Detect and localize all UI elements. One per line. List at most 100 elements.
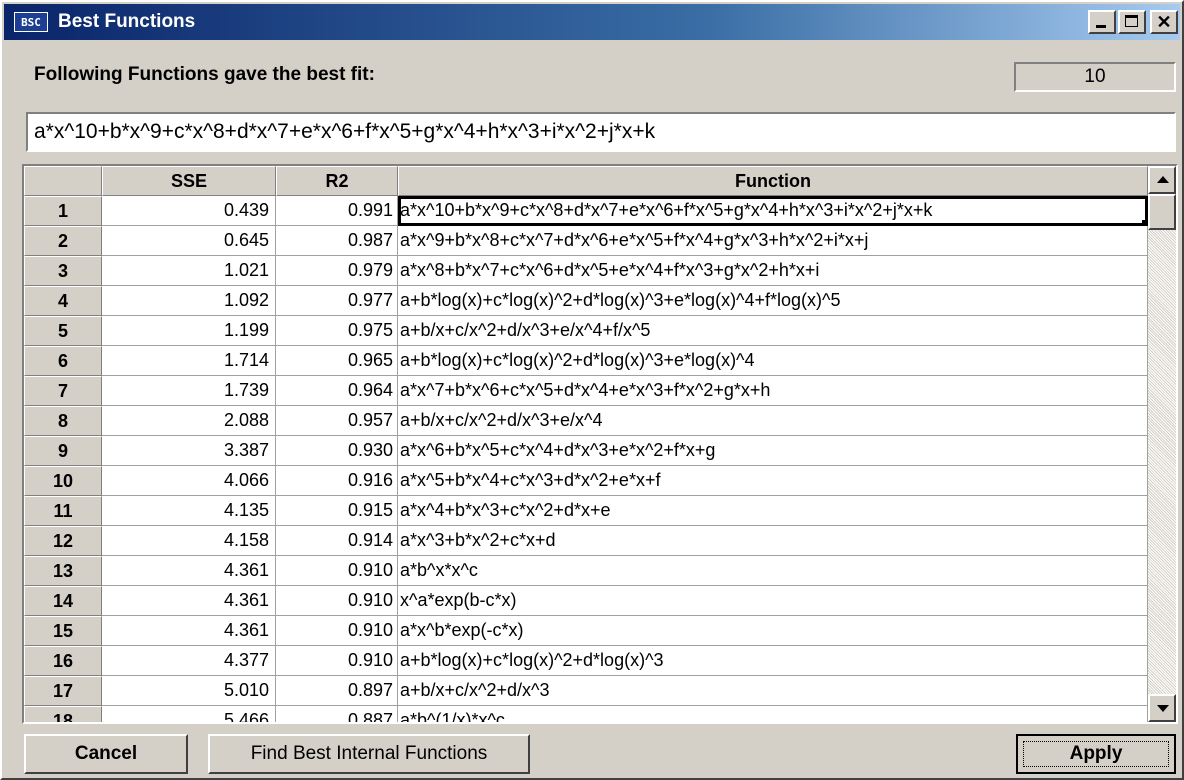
sse-cell[interactable]: 0.439 [102, 196, 276, 226]
arrow-up-icon [1157, 176, 1169, 183]
function-cell[interactable]: a+b*log(x)+c*log(x)^2+d*log(x)^3+e*log(x… [398, 286, 1148, 316]
sse-cell[interactable]: 4.361 [102, 616, 276, 646]
window-title: Best Functions [58, 11, 196, 32]
sse-cell[interactable]: 5.466 [102, 706, 276, 722]
function-cell[interactable]: a*x^7+b*x^6+c*x^5+d*x^4+e*x^3+f*x^2+g*x+… [398, 376, 1148, 406]
r2-cell[interactable]: 0.916 [276, 466, 398, 496]
sse-cell[interactable]: 1.021 [102, 256, 276, 286]
r2-cell[interactable]: 0.979 [276, 256, 398, 286]
function-cell[interactable]: a*x^3+b*x^2+c*x+d [398, 526, 1148, 556]
sse-cell[interactable]: 4.135 [102, 496, 276, 526]
function-cell[interactable]: a*x^9+b*x^8+c*x^7+d*x^6+e*x^5+f*x^4+g*x^… [398, 226, 1148, 256]
sse-cell[interactable]: 1.739 [102, 376, 276, 406]
best-functions-window: BSC Best Functions ✕ Following Functions… [0, 0, 1184, 780]
row-index-cell[interactable]: 11 [24, 496, 102, 526]
sse-cell[interactable]: 4.066 [102, 466, 276, 496]
row-index-cell[interactable]: 2 [24, 226, 102, 256]
sse-cell[interactable]: 1.714 [102, 346, 276, 376]
sse-cell[interactable]: 1.199 [102, 316, 276, 346]
header-r2[interactable]: R2 [276, 166, 398, 196]
function-cell[interactable]: a*x^6+b*x^5+c*x^4+d*x^3+e*x^2+f*x+g [398, 436, 1148, 466]
row-index-cell[interactable]: 1 [24, 196, 102, 226]
sse-cell[interactable]: 3.387 [102, 436, 276, 466]
sse-cell[interactable]: 4.377 [102, 646, 276, 676]
close-button[interactable]: ✕ [1150, 10, 1178, 34]
function-cell[interactable]: a*x^10+b*x^9+c*x^8+d*x^7+e*x^6+f*x^5+g*x… [398, 196, 1148, 226]
r2-cell[interactable]: 0.914 [276, 526, 398, 556]
row-index-cell[interactable]: 16 [24, 646, 102, 676]
sse-cell[interactable]: 0.645 [102, 226, 276, 256]
function-cell[interactable]: a*b^(1/x)*x^c [398, 706, 1148, 722]
row-index-cell[interactable]: 14 [24, 586, 102, 616]
header-index [24, 166, 102, 196]
row-index-cell[interactable]: 9 [24, 436, 102, 466]
sse-cell[interactable]: 1.092 [102, 286, 276, 316]
scroll-thumb[interactable] [1148, 194, 1176, 230]
row-index-cell[interactable]: 5 [24, 316, 102, 346]
header-sse[interactable]: SSE [102, 166, 276, 196]
r2-cell[interactable]: 0.964 [276, 376, 398, 406]
title-bar[interactable]: BSC Best Functions ✕ [4, 4, 1180, 40]
function-cell[interactable]: x^a*exp(b-c*x) [398, 586, 1148, 616]
r2-cell[interactable]: 0.987 [276, 226, 398, 256]
r2-cell[interactable]: 0.910 [276, 616, 398, 646]
row-index-cell[interactable]: 15 [24, 616, 102, 646]
minimize-icon [1096, 25, 1106, 28]
sse-cell[interactable]: 4.361 [102, 556, 276, 586]
r2-cell[interactable]: 0.915 [276, 496, 398, 526]
find-best-internal-functions-button[interactable]: Find Best Internal Functions [208, 734, 530, 774]
row-index-cell[interactable]: 10 [24, 466, 102, 496]
r2-cell[interactable]: 0.975 [276, 316, 398, 346]
r2-cell[interactable]: 0.930 [276, 436, 398, 466]
function-cell[interactable]: a+b*log(x)+c*log(x)^2+d*log(x)^3 [398, 646, 1148, 676]
function-cell[interactable]: a*x^b*exp(-c*x) [398, 616, 1148, 646]
function-cell[interactable]: a*x^8+b*x^7+c*x^6+d*x^5+e*x^4+f*x^3+g*x^… [398, 256, 1148, 286]
close-icon: ✕ [1156, 12, 1172, 32]
r2-cell[interactable]: 0.910 [276, 586, 398, 616]
sse-cell[interactable]: 4.361 [102, 586, 276, 616]
r2-cell[interactable]: 0.991 [276, 196, 398, 226]
function-cell[interactable]: a*x^4+b*x^3+c*x^2+d*x+e [398, 496, 1148, 526]
sse-cell[interactable]: 5.010 [102, 676, 276, 706]
r2-cell[interactable]: 0.910 [276, 556, 398, 586]
results-heading: Following Functions gave the best fit: [34, 64, 375, 85]
cancel-button[interactable]: Cancel [24, 734, 188, 774]
row-index-cell[interactable]: 3 [24, 256, 102, 286]
apply-label: Apply [1069, 743, 1123, 764]
vertical-scrollbar[interactable] [1148, 166, 1176, 722]
row-index-cell[interactable]: 8 [24, 406, 102, 436]
app-icon: BSC [14, 12, 48, 32]
maximize-icon [1125, 15, 1138, 27]
scroll-down-button[interactable] [1148, 694, 1176, 722]
function-cell[interactable]: a+b*log(x)+c*log(x)^2+d*log(x)^3+e*log(x… [398, 346, 1148, 376]
minimize-button[interactable] [1088, 10, 1116, 34]
arrow-down-icon [1157, 705, 1169, 712]
r2-cell[interactable]: 0.977 [276, 286, 398, 316]
results-grid[interactable]: SSE R2 Function 1 0.439 0.991 a*x^10+b*x^9+… [22, 164, 1178, 724]
header-function[interactable]: Function [398, 166, 1148, 196]
selected-function-field[interactable]: a*x^10+b*x^9+c*x^8+d*x^7+e*x^6+f*x^5+g*x… [26, 112, 1176, 152]
function-cell[interactable]: a+b/x+c/x^2+d/x^3+e/x^4+f/x^5 [398, 316, 1148, 346]
row-index-cell[interactable]: 18 [24, 706, 102, 722]
function-cell[interactable]: a+b/x+c/x^2+d/x^3 [398, 676, 1148, 706]
function-cell[interactable]: a*x^5+b*x^4+c*x^3+d*x^2+e*x+f [398, 466, 1148, 496]
r2-cell[interactable]: 0.965 [276, 346, 398, 376]
function-cell[interactable]: a+b/x+c/x^2+d/x^3+e/x^4 [398, 406, 1148, 436]
r2-cell[interactable]: 0.910 [276, 646, 398, 676]
row-index-cell[interactable]: 4 [24, 286, 102, 316]
row-index-cell[interactable]: 12 [24, 526, 102, 556]
sse-cell[interactable]: 4.158 [102, 526, 276, 556]
row-index-cell[interactable]: 6 [24, 346, 102, 376]
apply-button[interactable]: Apply [1016, 734, 1176, 774]
r2-cell[interactable]: 0.957 [276, 406, 398, 436]
row-index-cell[interactable]: 7 [24, 376, 102, 406]
row-index-cell[interactable]: 17 [24, 676, 102, 706]
sse-cell[interactable]: 2.088 [102, 406, 276, 436]
row-index-cell[interactable]: 13 [24, 556, 102, 586]
scroll-up-button[interactable] [1148, 166, 1176, 194]
r2-cell[interactable]: 0.887 [276, 706, 398, 722]
function-count-field: 10 [1014, 62, 1176, 92]
maximize-button[interactable] [1118, 10, 1146, 34]
function-cell[interactable]: a*b^x*x^c [398, 556, 1148, 586]
r2-cell[interactable]: 0.897 [276, 676, 398, 706]
